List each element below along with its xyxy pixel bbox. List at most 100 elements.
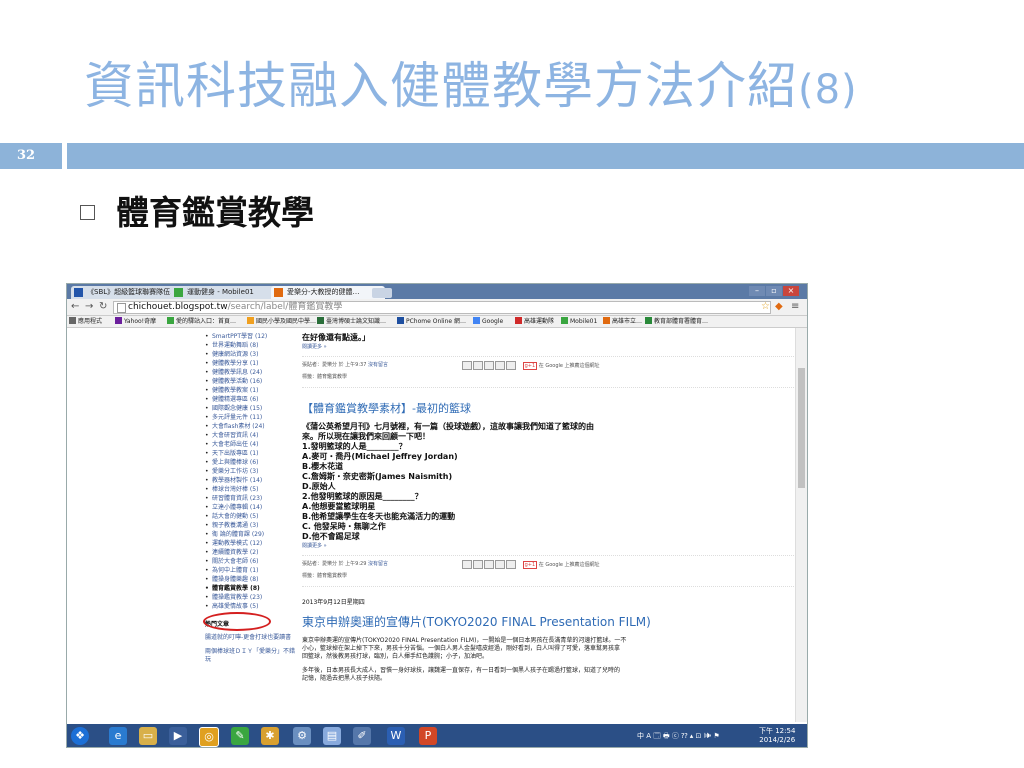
sidebar-label-item[interactable]: 健體精選專區 (6) bbox=[205, 395, 297, 404]
bookmark-item[interactable]: 高雄市立… bbox=[603, 316, 642, 327]
bookmark-item[interactable]: 臺灣博碩士論文知識… bbox=[317, 316, 386, 327]
sidebar-label-item[interactable]: 健體教學訊息 (24) bbox=[205, 368, 297, 377]
close-button[interactable]: × bbox=[783, 286, 799, 296]
facebook-share-icon[interactable] bbox=[495, 361, 505, 370]
sidebar-label-item[interactable]: 大會研習資訊 (4) bbox=[205, 431, 297, 440]
sidebar-label-item[interactable]: 運動教學模式 (12) bbox=[205, 539, 297, 548]
bookmark-item[interactable]: 教育部體育署體育… bbox=[645, 316, 708, 327]
menu-icon[interactable]: ≡ bbox=[791, 301, 799, 312]
blog-share-icon[interactable] bbox=[473, 361, 483, 370]
sidebar-label-item[interactable]: 世界運動舞蹈 (8) bbox=[205, 341, 297, 350]
bookmark-favicon-icon bbox=[645, 317, 652, 324]
extension-icon[interactable]: ◆ bbox=[775, 301, 783, 312]
blog-share-icon[interactable] bbox=[473, 560, 483, 569]
pinterest-share-icon[interactable] bbox=[506, 560, 516, 569]
mobile01-icon bbox=[561, 317, 568, 324]
sidebar-label-item[interactable]: 健體教學教案 (1) bbox=[205, 386, 297, 395]
sidebar-label-item[interactable]: 立達小體專輯 (14) bbox=[205, 503, 297, 512]
back-icon[interactable]: ← bbox=[71, 301, 79, 312]
popular-post-link[interactable]: 兩個棒球班ＤＩＹ「愛樂分」不錯玩 bbox=[205, 648, 297, 664]
sidebar-label-item[interactable]: 多元評量元件 (11) bbox=[205, 413, 297, 422]
tab-blog[interactable]: 愛樂分-大教授的健體…× bbox=[271, 286, 385, 299]
bookmark-item[interactable]: 愛的驛站入口：首頁… bbox=[167, 316, 236, 327]
bookmark-item[interactable]: Mobile01 bbox=[561, 316, 597, 327]
sidebar-label-item[interactable]: 親子教養溝通 (3) bbox=[205, 521, 297, 530]
system-tray[interactable]: 中 A 🗔 🖶 ⓒ ⁇ ▴ ⊡ 🕪 ⚑ bbox=[637, 731, 720, 743]
comment-link[interactable]: 沒有留言 bbox=[368, 362, 388, 368]
word-icon[interactable]: W bbox=[387, 727, 405, 745]
url-input[interactable]: chichouet.blogspot.tw/search/label/體育鑑賞教… bbox=[113, 301, 771, 314]
bookmark-item[interactable]: Yahoo!奇摩 bbox=[115, 316, 156, 327]
powerpoint-icon[interactable]: P bbox=[419, 727, 437, 745]
sidebar-label-item[interactable]: 國際觀念健康 (15) bbox=[205, 404, 297, 413]
bookmark-item[interactable]: Google bbox=[473, 316, 503, 327]
sidebar-label-item[interactable]: 連續體資教學 (2) bbox=[205, 548, 297, 557]
scrollbar[interactable] bbox=[795, 328, 807, 722]
sidebar-label-item[interactable]: 大會flash素材 (24) bbox=[205, 422, 297, 431]
tab-mobile01[interactable]: 運動健身 - Mobile01× bbox=[171, 286, 285, 299]
maximize-button[interactable]: ▫ bbox=[766, 286, 782, 296]
sidebar-label-item[interactable]: SmartPPT學習 (12) bbox=[205, 332, 297, 341]
chrome-icon[interactable]: ◎ bbox=[199, 727, 219, 747]
post-title[interactable]: 東京申辦奧運的宣傳片(TOKYO2020 FINAL Presentation … bbox=[302, 613, 794, 630]
bookmark-label: 國民小學及國民中學… bbox=[256, 318, 317, 325]
sidebar-label-item[interactable]: 體育鑑賞教學 (8) bbox=[205, 584, 297, 593]
tool-icon[interactable]: ⚙ bbox=[293, 727, 311, 745]
twitter-share-icon[interactable] bbox=[484, 361, 494, 370]
bookmark-item[interactable]: PChome Online 網… bbox=[397, 316, 466, 327]
taskbar-clock[interactable]: 下午 12:54 2014/2/26 bbox=[759, 727, 795, 745]
popular-post-link[interactable]: 腸道就的叮嚀-更會打球也要讀書 bbox=[205, 634, 297, 642]
folder-icon[interactable]: ▭ bbox=[139, 727, 157, 745]
new-tab-button[interactable] bbox=[372, 288, 392, 298]
sidebar-label-item[interactable]: 為何中上體育 (1) bbox=[205, 566, 297, 575]
comment-link[interactable]: 沒有留言 bbox=[368, 561, 388, 567]
editor-icon[interactable]: ✐ bbox=[353, 727, 371, 745]
app-icon[interactable]: ✎ bbox=[231, 727, 249, 745]
forward-icon[interactable]: → bbox=[85, 301, 93, 312]
scrollbar-thumb[interactable] bbox=[798, 368, 805, 488]
sidebar-label-item[interactable]: 大會老師出任 (4) bbox=[205, 440, 297, 449]
sidebar-label-item[interactable]: 健體教學活動 (16) bbox=[205, 377, 297, 386]
sidebar-label-item[interactable]: 愛樂分工作坊 (3) bbox=[205, 467, 297, 476]
sidebar-label-item[interactable]: 高雄愛情故事 (5) bbox=[205, 602, 297, 611]
post-body-line: B.他希望讓學生在冬天也能充滿活力的運動 bbox=[302, 512, 456, 521]
bookmark-item[interactable]: 國民小學及國民中學… bbox=[247, 316, 316, 327]
bookmark-label: Yahoo!奇摩 bbox=[124, 318, 157, 325]
sidebar-label-item[interactable]: 健康網站資源 (3) bbox=[205, 350, 297, 359]
start-icon[interactable]: ❖ bbox=[71, 727, 89, 745]
email-share-icon[interactable] bbox=[462, 560, 472, 569]
ie-icon[interactable]: e bbox=[109, 727, 127, 745]
sidebar-label-item[interactable]: 健體教學分享 (1) bbox=[205, 359, 297, 368]
paint-icon[interactable]: ✱ bbox=[261, 727, 279, 745]
sidebar-label-item[interactable]: 體操身體樂趣 (8) bbox=[205, 575, 297, 584]
twitter-share-icon[interactable] bbox=[484, 560, 494, 569]
bookmark-label: 應用程式 bbox=[78, 318, 103, 325]
email-share-icon[interactable] bbox=[462, 361, 472, 370]
bookmark-item[interactable]: 高雄運動隊 bbox=[515, 316, 554, 327]
tab-sbl[interactable]: 《SBL》超級籃球聯賽隊伍…× bbox=[71, 286, 185, 299]
gplus-button[interactable]: g+1 bbox=[522, 561, 538, 569]
sidebar-label-item[interactable]: 衛 論的體育課 (29) bbox=[205, 530, 297, 539]
sidebar-label-item[interactable]: 天下出版專區 (1) bbox=[205, 449, 297, 458]
read-more-link[interactable]: 閱讀更多 » bbox=[302, 343, 794, 350]
bookmark-item[interactable]: 應用程式 bbox=[69, 316, 102, 327]
sidebar-label-item[interactable]: 話大會的健動 (5) bbox=[205, 512, 297, 521]
sidebar-label-item[interactable]: 研習體育資訊 (23) bbox=[205, 494, 297, 503]
sidebar-label-item[interactable]: 體操鑑賞教學 (23) bbox=[205, 593, 297, 602]
post-footer: 張貼者：愛樂分 於 上午9:37 沒有留言 g+1 在 Google 上推薦這個… bbox=[302, 356, 794, 388]
notepad-icon[interactable]: ▤ bbox=[323, 727, 341, 745]
header-band-right bbox=[67, 143, 1024, 169]
sidebar-label-item[interactable]: 棒球台灣好棒 (5) bbox=[205, 485, 297, 494]
sidebar-label-item[interactable]: 關於大會老師 (6) bbox=[205, 557, 297, 566]
minimize-button[interactable]: – bbox=[749, 286, 765, 296]
sidebar-label-item[interactable]: 教學器材製作 (14) bbox=[205, 476, 297, 485]
facebook-share-icon[interactable] bbox=[495, 560, 505, 569]
post-title[interactable]: 【體育鑑賞教學素材】-最初的籃球 bbox=[302, 400, 794, 416]
read-more-link[interactable]: 閱讀更多 » bbox=[302, 542, 794, 549]
pinterest-share-icon[interactable] bbox=[506, 361, 516, 370]
star-icon[interactable]: ☆ bbox=[761, 301, 770, 312]
reload-icon[interactable]: ↻ bbox=[99, 301, 107, 312]
sidebar-label-item[interactable]: 愛上與體棒球 (6) bbox=[205, 458, 297, 467]
gplus-button[interactable]: g+1 bbox=[522, 362, 538, 370]
media-icon[interactable]: ▶ bbox=[169, 727, 187, 745]
